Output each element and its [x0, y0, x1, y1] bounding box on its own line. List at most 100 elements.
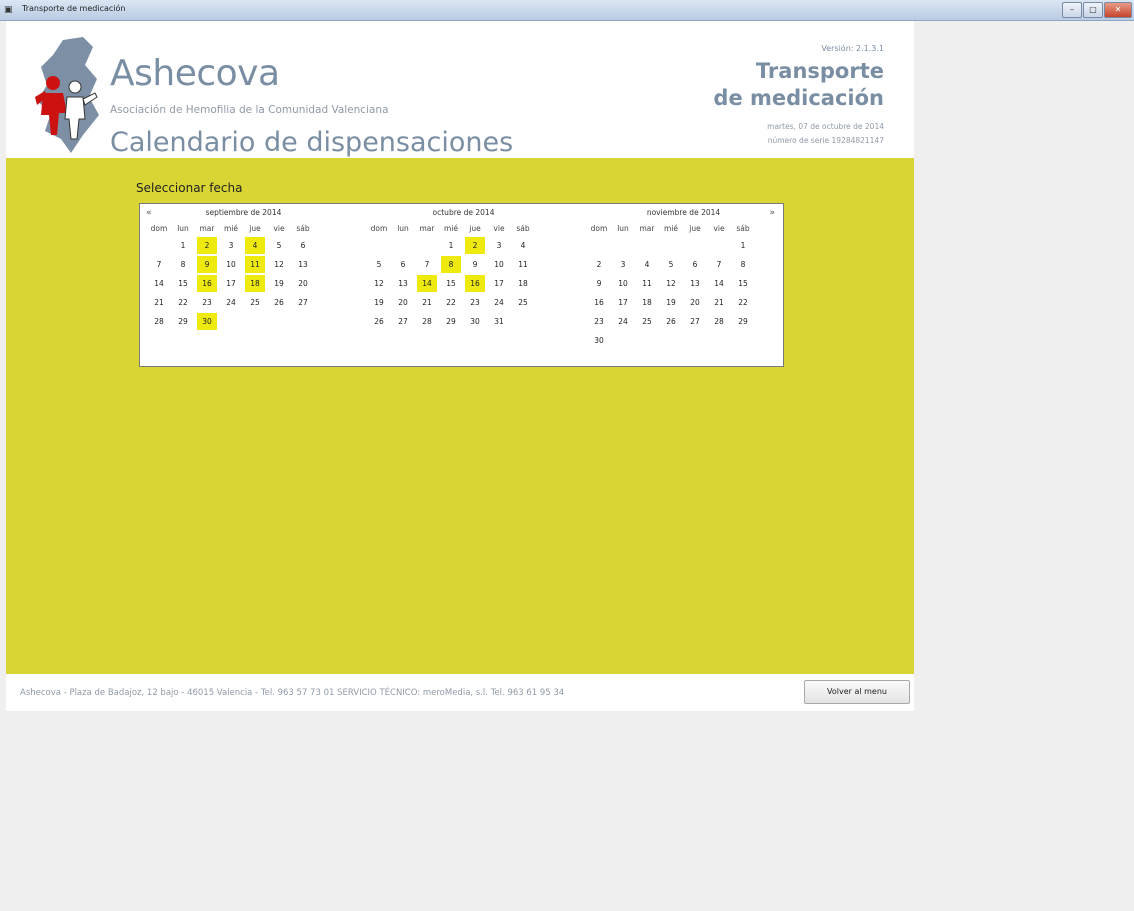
calendar-day[interactable]: 29 [733, 313, 753, 330]
calendar-day[interactable]: 16 [465, 275, 485, 292]
calendar-day[interactable]: 12 [661, 275, 681, 292]
calendar-day[interactable]: 22 [441, 294, 461, 311]
calendar-day[interactable]: 21 [149, 294, 169, 311]
calendar-day[interactable]: 16 [197, 275, 217, 292]
calendar-day[interactable]: 28 [417, 313, 437, 330]
calendar-day[interactable]: 4 [637, 256, 657, 273]
calendar-day[interactable]: 13 [685, 275, 705, 292]
calendar-day[interactable]: 11 [513, 256, 533, 273]
calendar-day[interactable]: 24 [221, 294, 241, 311]
calendar-day[interactable]: 11 [637, 275, 657, 292]
calendar-day[interactable]: 17 [489, 275, 509, 292]
calendar-day[interactable]: 27 [393, 313, 413, 330]
calendar-day[interactable]: 2 [465, 237, 485, 254]
calendar-day[interactable]: 17 [221, 275, 241, 292]
calendar-day[interactable]: 27 [293, 294, 313, 311]
calendar-day[interactable]: 5 [661, 256, 681, 273]
calendar-day[interactable]: 23 [589, 313, 609, 330]
calendar-day[interactable]: 9 [197, 256, 217, 273]
calendar-day[interactable]: 1 [441, 237, 461, 254]
calendar-day[interactable]: 11 [245, 256, 265, 273]
calendar-day[interactable]: 12 [269, 256, 289, 273]
calendar-day[interactable]: 4 [513, 237, 533, 254]
calendar-day[interactable]: 15 [733, 275, 753, 292]
calendar-day[interactable]: 7 [149, 256, 169, 273]
calendar-day[interactable]: 13 [293, 256, 313, 273]
calendar-day[interactable]: 1 [733, 237, 753, 254]
calendar-day[interactable]: 6 [393, 256, 413, 273]
calendar-day[interactable]: 3 [489, 237, 509, 254]
calendar-day[interactable]: 6 [293, 237, 313, 254]
calendar-day[interactable]: 24 [613, 313, 633, 330]
calendar-day[interactable]: 28 [709, 313, 729, 330]
calendar-day[interactable]: 2 [589, 256, 609, 273]
calendar-day[interactable]: 19 [269, 275, 289, 292]
calendar-day[interactable]: 26 [269, 294, 289, 311]
calendar-day[interactable]: 18 [637, 294, 657, 311]
calendar-day[interactable]: 23 [465, 294, 485, 311]
calendar-day[interactable]: 16 [589, 294, 609, 311]
calendar-day[interactable]: 26 [661, 313, 681, 330]
calendar-day[interactable]: 1 [173, 237, 193, 254]
calendar-day[interactable]: 19 [661, 294, 681, 311]
calendar-day[interactable]: 8 [733, 256, 753, 273]
calendar-day[interactable]: 7 [417, 256, 437, 273]
calendar-day[interactable]: 27 [685, 313, 705, 330]
window-title: Transporte de medicación [22, 4, 126, 13]
calendar-day[interactable]: 8 [441, 256, 461, 273]
calendar-day[interactable]: 5 [269, 237, 289, 254]
calendar-day[interactable]: 25 [513, 294, 533, 311]
calendar-day[interactable]: 20 [393, 294, 413, 311]
calendar-day[interactable]: 21 [417, 294, 437, 311]
calendar-day[interactable]: 18 [513, 275, 533, 292]
calendar-day[interactable]: 10 [613, 275, 633, 292]
calendar-day[interactable]: 18 [245, 275, 265, 292]
calendar-day[interactable]: 25 [245, 294, 265, 311]
weekday-header: jue [249, 224, 261, 233]
calendar-day[interactable]: 23 [197, 294, 217, 311]
calendar-day[interactable]: 10 [221, 256, 241, 273]
calendar-day[interactable]: 19 [369, 294, 389, 311]
calendar-day[interactable]: 4 [245, 237, 265, 254]
calendar-day[interactable]: 26 [369, 313, 389, 330]
calendar-day[interactable]: 14 [417, 275, 437, 292]
calendar-day[interactable]: 28 [149, 313, 169, 330]
calendar-day[interactable]: 30 [589, 332, 609, 349]
calendar-day[interactable]: 17 [613, 294, 633, 311]
calendar-day[interactable]: 9 [589, 275, 609, 292]
calendar-day[interactable]: 22 [733, 294, 753, 311]
calendar-day[interactable]: 14 [709, 275, 729, 292]
calendar-day[interactable]: 2 [197, 237, 217, 254]
calendar-day[interactable]: 30 [465, 313, 485, 330]
calendar-day[interactable]: 12 [369, 275, 389, 292]
calendar-day[interactable]: 15 [173, 275, 193, 292]
calendar-day[interactable]: 30 [197, 313, 217, 330]
calendar-day[interactable]: 13 [393, 275, 413, 292]
calendar-day[interactable]: 22 [173, 294, 193, 311]
calendar-day[interactable]: 6 [685, 256, 705, 273]
calendar-day[interactable]: 3 [221, 237, 241, 254]
calendar-day[interactable]: 25 [637, 313, 657, 330]
minimize-button[interactable]: – [1062, 2, 1082, 18]
weekday-header: vie [713, 224, 725, 233]
calendar-day[interactable]: 29 [173, 313, 193, 330]
close-button[interactable]: ✕ [1104, 2, 1132, 18]
maximize-button[interactable]: □ [1083, 2, 1103, 18]
back-to-menu-button[interactable]: Volver al menu [804, 680, 910, 704]
calendar-day[interactable]: 15 [441, 275, 461, 292]
calendar-day[interactable]: 24 [489, 294, 509, 311]
calendar-day[interactable]: 21 [709, 294, 729, 311]
calendar-day[interactable]: 20 [685, 294, 705, 311]
calendar-day[interactable]: 14 [149, 275, 169, 292]
calendar-day[interactable]: 29 [441, 313, 461, 330]
month-title: septiembre de 2014 [205, 208, 282, 217]
calendar-day[interactable]: 10 [489, 256, 509, 273]
page-title: Calendario de dispensaciones [110, 127, 514, 158]
calendar-day[interactable]: 20 [293, 275, 313, 292]
calendar-day[interactable]: 7 [709, 256, 729, 273]
calendar-day[interactable]: 9 [465, 256, 485, 273]
calendar-day[interactable]: 5 [369, 256, 389, 273]
calendar-day[interactable]: 3 [613, 256, 633, 273]
calendar-day[interactable]: 8 [173, 256, 193, 273]
calendar-day[interactable]: 31 [489, 313, 509, 330]
